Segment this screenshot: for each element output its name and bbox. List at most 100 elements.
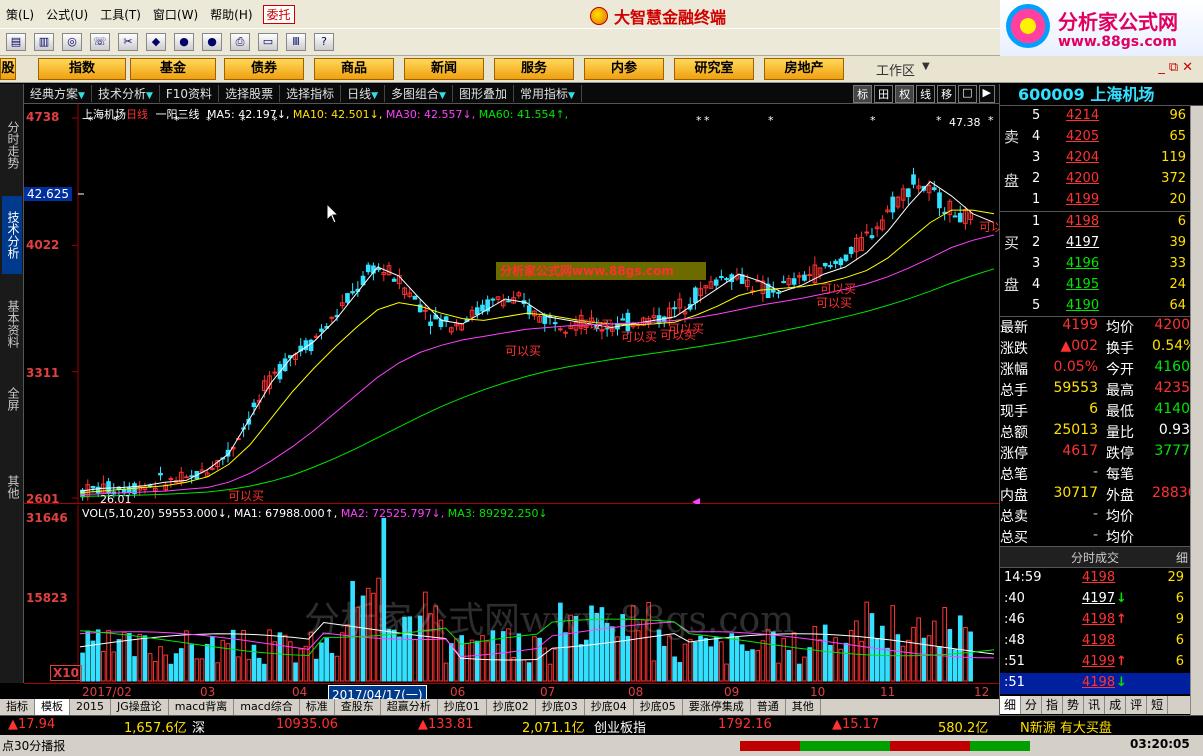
ticks-header[interactable]: 分时成交 细: [1000, 546, 1190, 568]
cat-index[interactable]: 指数: [38, 58, 126, 80]
cat-realestate[interactable]: 房地产: [764, 58, 844, 80]
btab-normal[interactable]: 普通: [751, 699, 786, 715]
view-btn-next[interactable]: ▶: [978, 84, 995, 103]
btab-template[interactable]: 模板: [35, 699, 70, 715]
menu-formula[interactable]: 公式(U): [40, 6, 94, 23]
btab-macd-div[interactable]: macd背离: [169, 699, 235, 715]
subtb-select-indicator[interactable]: 选择指标: [280, 85, 342, 102]
vtab-fullscreen[interactable]: 全屏: [2, 379, 22, 419]
ticker-broadcast[interactable]: 点30分播报: [2, 737, 65, 754]
btab-shareholder[interactable]: 查股东: [335, 699, 381, 715]
diamond-icon[interactable]: ◆: [146, 33, 166, 51]
subtb-technical[interactable]: 技术分析▼: [92, 85, 160, 102]
window-icon[interactable]: ▭: [258, 33, 278, 51]
view-btn-mark[interactable]: 标: [853, 84, 873, 103]
rp-tab-trades[interactable]: 成: [1105, 696, 1127, 714]
view-btn-box[interactable]: □: [958, 84, 977, 103]
rp-tab-short[interactable]: 短: [1147, 696, 1169, 714]
subtb-overlay[interactable]: 图形叠加: [453, 85, 514, 102]
status-alert[interactable]: N新源 有大买盘: [1020, 717, 1112, 736]
ask-row[interactable]: 5 4214 96: [1000, 106, 1190, 127]
bar-chart-icon[interactable]: ▥: [34, 33, 54, 51]
view-btn-rights[interactable]: 权: [895, 84, 915, 103]
pill-blue-icon[interactable]: ●: [202, 33, 222, 51]
tick-row[interactable]: :51 4198 ↓: [1000, 673, 1190, 694]
cat-fund[interactable]: 基金: [130, 58, 216, 80]
menu-window[interactable]: 窗口(W): [147, 6, 204, 23]
btab-bottom04[interactable]: 抄底04: [585, 699, 634, 715]
bid-row[interactable]: 3 4196 33: [1000, 254, 1190, 275]
tick-row[interactable]: :51 4199 ↑ 6: [1000, 652, 1190, 673]
subtb-daily[interactable]: 日线▼: [341, 85, 386, 102]
workspace-label[interactable]: 工作区: [876, 60, 915, 79]
view-btn-line[interactable]: 线: [916, 84, 936, 103]
rp-tab-news[interactable]: 讯: [1084, 696, 1106, 714]
rp-tab-index[interactable]: 指: [1042, 696, 1064, 714]
vtab-fundamentals[interactable]: 基本资料: [2, 289, 22, 359]
cat-service[interactable]: 服务: [494, 58, 574, 80]
pill-red-icon[interactable]: ●: [174, 33, 194, 51]
binoculars-icon[interactable]: ◎: [62, 33, 82, 51]
tick-row[interactable]: :48 4198 6: [1000, 631, 1190, 652]
btab-other[interactable]: 其他: [786, 699, 821, 715]
cat-news[interactable]: 新闻: [404, 58, 484, 80]
btab-bottom01[interactable]: 抄底01: [438, 699, 487, 715]
menu-tools[interactable]: 工具(T): [94, 6, 147, 23]
print-icon[interactable]: ⎙: [230, 33, 250, 51]
btab-jg[interactable]: JG操盘论: [111, 699, 169, 715]
cat-research[interactable]: 研究室: [674, 58, 754, 80]
flag-icon[interactable]: ▤: [6, 33, 26, 51]
btab-macd-combo[interactable]: macd综合: [234, 699, 300, 715]
bid-row[interactable]: 1 4198 6: [1000, 212, 1190, 233]
tick-row[interactable]: 14:59 4198 29: [1000, 568, 1190, 589]
workspace-dropdown-icon[interactable]: ▼: [922, 61, 930, 72]
rp-tab-review[interactable]: 评: [1126, 696, 1148, 714]
btab-limitup[interactable]: 要涨停集成: [683, 699, 751, 715]
vtab-intraday[interactable]: 分时走势: [2, 106, 22, 184]
rp-tab-detail[interactable]: 细: [1000, 696, 1022, 714]
price-chart-svg[interactable]: * * * * * * * * * * * *: [24, 104, 999, 504]
ticks-detail-tab[interactable]: 细: [1176, 547, 1188, 569]
btab-bottom03[interactable]: 抄底03: [536, 699, 585, 715]
btab-super[interactable]: 超赢分析: [381, 699, 438, 715]
bid-row[interactable]: 5 4190 64: [1000, 296, 1190, 317]
ask-row[interactable]: 1 4199 20: [1000, 190, 1190, 211]
btab-bottom02[interactable]: 抄底02: [487, 699, 536, 715]
tick-row[interactable]: :46 4198 ↑ 9: [1000, 610, 1190, 631]
menu-help[interactable]: 帮助(H): [204, 6, 258, 23]
rp-tab-trend[interactable]: 势: [1063, 696, 1085, 714]
btab-2015[interactable]: 2015: [70, 699, 111, 715]
bid-row[interactable]: 4 4195 24: [1000, 275, 1190, 296]
ask-row[interactable]: 2 4200 372: [1000, 169, 1190, 190]
rp-tab-minute[interactable]: 分: [1021, 696, 1043, 714]
cat-bond[interactable]: 债券: [224, 58, 304, 80]
help-cursor-icon[interactable]: ?: [314, 33, 334, 51]
ask-row[interactable]: 3 4204 119: [1000, 148, 1190, 169]
view-btn-grid[interactable]: 田: [874, 84, 894, 103]
subtb-classic[interactable]: 经典方案▼: [24, 85, 92, 102]
phone-icon[interactable]: ☏: [90, 33, 110, 51]
window-controls[interactable]: _⧉✕: [1158, 60, 1197, 75]
weituo-button[interactable]: 委托: [262, 4, 295, 24]
volume-chart-pane[interactable]: 31646 15823 X10 VOL(5,10,20) 59553.000↓,…: [24, 505, 999, 683]
subtb-select-stock[interactable]: 选择股票: [219, 85, 281, 102]
tick-row[interactable]: :40 4197 ↓ 6: [1000, 589, 1190, 610]
btab-indicator[interactable]: 指标: [0, 699, 35, 715]
btab-standard[interactable]: 标准: [300, 699, 335, 715]
menu-strategy[interactable]: 策(L): [0, 6, 40, 23]
view-btn-move[interactable]: 移: [937, 84, 957, 103]
cat-stock[interactable]: 股: [0, 58, 16, 80]
subtb-multichart[interactable]: 多图组合▼: [385, 85, 453, 102]
bid-row[interactable]: 2 4197 39: [1000, 233, 1190, 254]
cat-insider[interactable]: 内参: [584, 58, 664, 80]
vtab-technical[interactable]: 技术分析: [2, 196, 22, 274]
subtb-f10[interactable]: F10资料: [160, 85, 220, 102]
quote-scrollbar[interactable]: [1190, 106, 1203, 715]
subtb-common-indicator[interactable]: 常用指标▼: [514, 85, 582, 102]
candles-icon[interactable]: Ⅲ: [286, 33, 306, 51]
btab-bottom05[interactable]: 抄底05: [634, 699, 683, 715]
cat-commodity[interactable]: 商品: [314, 58, 394, 80]
ask-row[interactable]: 4 4205 65: [1000, 127, 1190, 148]
cut-icon[interactable]: ✂: [118, 33, 138, 51]
vtab-other[interactable]: 其他: [2, 467, 22, 507]
